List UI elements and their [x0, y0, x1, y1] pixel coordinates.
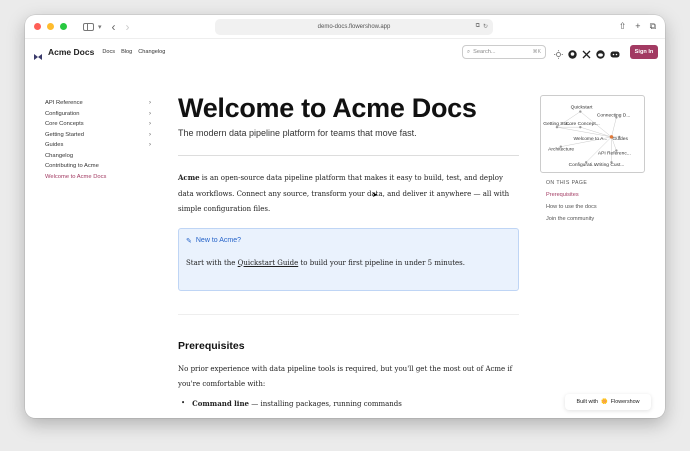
- toc-title: ON THIS PAGE: [546, 180, 588, 186]
- graph-node[interactable]: Connecting D...: [597, 112, 631, 118]
- graph-node[interactable]: Core Concept...: [566, 121, 600, 127]
- built-with-badge[interactable]: Built with 🌼 Flowershow: [565, 394, 651, 410]
- intro-paragraph: Acme is an open-source data pipeline pla…: [178, 173, 510, 213]
- table-of-contents: ON THIS PAGE Prerequisites How to use th…: [546, 180, 597, 222]
- chevron-right-icon: ›: [149, 110, 151, 117]
- callout-title: New to Acme?: [195, 237, 242, 244]
- main-content: Welcome to Acme Docs The modern data pip…: [178, 93, 519, 408]
- graph-view[interactable]: Quickstart Connecting D... Getting Sta..…: [540, 95, 645, 173]
- sidebar-nav: API Reference › Configuration › Core Conce…: [45, 98, 151, 182]
- nav-changelog[interactable]: Changelog: [138, 49, 165, 55]
- flowershow-logo-icon: 🌼: [601, 399, 608, 405]
- new-tab-icon[interactable]: +: [635, 21, 640, 32]
- browser-toolbar: ▾ ‹ › demo-docs.flowershow.app ⧉ ↻ ⇧ + ⧉: [25, 15, 665, 39]
- back-button[interactable]: ‹: [112, 21, 116, 33]
- acme-logo-icon[interactable]: [33, 48, 43, 60]
- nav-docs[interactable]: Docs: [102, 49, 115, 55]
- prerequisites-paragraph: No prior experience with data pipeline t…: [178, 364, 513, 389]
- site-header: Acme Docs Docs Blog Changelog ⌕ Search..…: [25, 39, 665, 65]
- forward-button[interactable]: ›: [126, 21, 130, 33]
- browser-window: ▾ ‹ › demo-docs.flowershow.app ⧉ ↻ ⇧ + ⧉…: [25, 15, 665, 418]
- graph-node[interactable]: Writing Cust...: [594, 162, 624, 168]
- graph-node[interactable]: Guides: [612, 136, 628, 142]
- chevron-right-icon: ›: [149, 121, 151, 128]
- sidebar-item-welcome[interactable]: Welcome to Acme Docs: [45, 172, 151, 183]
- callout-body: Start with the Quickstart Guide to build…: [186, 258, 465, 267]
- theme-toggle-icon[interactable]: [554, 46, 563, 59]
- share-icon[interactable]: ⇧: [619, 21, 627, 32]
- search-input[interactable]: ⌕ Search... ⌘K: [462, 45, 546, 59]
- sidebar-item-guides[interactable]: Guides ›: [45, 140, 151, 151]
- sidebar-item-configuration[interactable]: Configuration ›: [45, 109, 151, 120]
- window-controls: [34, 23, 67, 30]
- toc-item-how-to-use[interactable]: How to use the docs: [546, 204, 597, 210]
- search-placeholder: Search...: [473, 49, 496, 55]
- sidebar-item-api-reference[interactable]: API Reference ›: [45, 98, 151, 109]
- graph-node[interactable]: API Referenc...: [598, 150, 631, 156]
- url-text: demo-docs.flowershow.app: [317, 24, 391, 30]
- section-heading-prerequisites: Prerequisites: [178, 339, 245, 352]
- graph-node[interactable]: Configurati...: [569, 162, 597, 168]
- list-item: • Command line — installing packages, run…: [181, 398, 402, 408]
- sidebar-item-getting-started[interactable]: Getting Started ›: [45, 130, 151, 141]
- info-callout: ✎ New to Acme? Start with the Quickstart…: [178, 227, 519, 291]
- chevron-right-icon: ›: [149, 131, 151, 138]
- divider: [178, 313, 519, 315]
- chevron-right-icon: ›: [149, 142, 151, 149]
- x-twitter-icon[interactable]: [582, 46, 591, 59]
- close-window-button[interactable]: [34, 23, 41, 30]
- toc-item-prerequisites[interactable]: Prerequisites: [546, 192, 597, 198]
- sidebar-item-core-concepts[interactable]: Core Concepts ›: [45, 119, 151, 130]
- reddit-icon[interactable]: [596, 46, 605, 59]
- top-nav: Docs Blog Changelog: [102, 49, 165, 55]
- discord-icon[interactable]: [610, 46, 620, 58]
- reload-icon[interactable]: ↻: [483, 23, 488, 30]
- chevron-right-icon: ›: [149, 100, 151, 107]
- address-bar[interactable]: demo-docs.flowershow.app ⧉ ↻: [215, 19, 493, 35]
- sidebar-item-contributing[interactable]: Contributing to Acme: [45, 161, 151, 172]
- pencil-icon: ✎: [186, 237, 192, 245]
- github-icon[interactable]: [568, 46, 577, 59]
- chevron-down-icon[interactable]: ▾: [98, 23, 102, 31]
- zoom-window-button[interactable]: [60, 23, 67, 30]
- tab-overview-icon[interactable]: ⧉: [650, 21, 656, 32]
- graph-node[interactable]: Architecture: [548, 147, 574, 153]
- brand-name[interactable]: Acme Docs: [48, 47, 94, 57]
- quickstart-link[interactable]: Quickstart Guide: [238, 259, 299, 267]
- page-subtitle: The modern data pipeline platform for te…: [178, 128, 417, 138]
- minimize-window-button[interactable]: [47, 23, 54, 30]
- graph-node[interactable]: Welcome to A...: [574, 136, 608, 142]
- mouse-cursor-icon: ➤: [372, 192, 378, 199]
- nav-blog[interactable]: Blog: [121, 49, 132, 55]
- search-icon: ⌕: [467, 48, 471, 55]
- toc-item-community[interactable]: Join the community: [546, 216, 597, 222]
- graph-node[interactable]: Quickstart: [571, 105, 594, 111]
- sign-in-button[interactable]: Sign In: [630, 45, 658, 59]
- translate-icon[interactable]: ⧉: [476, 23, 480, 30]
- search-shortcut: ⌘K: [532, 49, 541, 55]
- sidebar-toggle-icon[interactable]: [83, 22, 94, 31]
- divider: [178, 155, 519, 156]
- page-title: Welcome to Acme Docs: [178, 93, 477, 123]
- sidebar-item-changelog[interactable]: Changelog: [45, 151, 151, 162]
